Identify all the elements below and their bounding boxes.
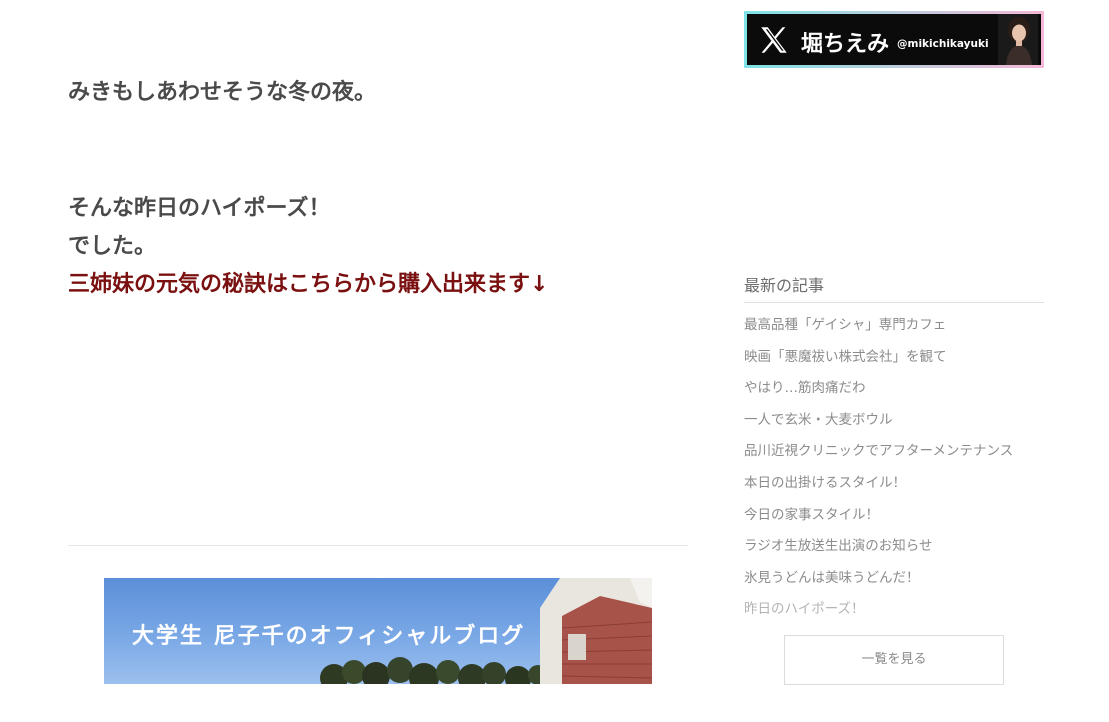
banner-title: 大学生 尼子千のオフィシャルブログ [132, 624, 526, 649]
view-all-button[interactable]: 一覧を見る [784, 635, 1004, 685]
post-text-line: みきもしあわせそうな冬の夜。 [68, 80, 377, 105]
recent-article-link[interactable]: 最高品種「ゲイシャ」専門カフェ [744, 314, 1013, 346]
recent-article-link[interactable]: ラジオ生放送生出演のお知らせ [744, 535, 1013, 567]
avatar [998, 14, 1038, 65]
purchase-promo-link[interactable]: 三姉妹の元気の秘訣はこちらから購入出来ます↓ [68, 270, 548, 300]
recent-article-link[interactable]: 今日の家事スタイル！ [744, 504, 1013, 536]
post-text-line: でした。 [68, 234, 157, 259]
x-logo-icon [761, 27, 787, 53]
recent-article-link[interactable]: 氷見うどんは美味うどんだ！ [744, 567, 1013, 599]
recent-articles-list: 最高品種「ゲイシャ」専門カフェ 映画「悪魔祓い株式会社」を観て やはり…筋肉痛だ… [744, 314, 1013, 630]
recent-articles-heading: 最新の記事 [744, 276, 825, 295]
content-divider [68, 545, 688, 546]
post-text-line: そんな昨日のハイポーズ！ [68, 196, 331, 221]
x-account-name: 堀ちえみ [801, 32, 890, 57]
x-account-handle: @mikichikayuki [897, 38, 989, 50]
recent-article-link-current[interactable]: 昨日のハイポーズ！ [744, 598, 1013, 630]
recent-article-link[interactable]: 一人で玄米・大麦ボウル [744, 409, 1013, 441]
x-profile-banner[interactable]: 堀ちえみ @mikichikayuki [744, 11, 1044, 68]
sidebar-divider [744, 302, 1044, 303]
recent-article-link[interactable]: 映画「悪魔祓い株式会社」を観て [744, 346, 1013, 378]
recent-article-link[interactable]: 本日の出掛けるスタイル！ [744, 472, 1013, 504]
recent-article-link[interactable]: やはり…筋肉痛だわ [744, 377, 1013, 409]
trees-graphic [320, 657, 544, 684]
official-blog-banner[interactable]: 大学生 尼子千のオフィシャルブログ [104, 578, 652, 684]
recent-article-link[interactable]: 品川近視クリニックでアフターメンテナンス [744, 440, 1013, 472]
building-graphic [540, 578, 652, 684]
